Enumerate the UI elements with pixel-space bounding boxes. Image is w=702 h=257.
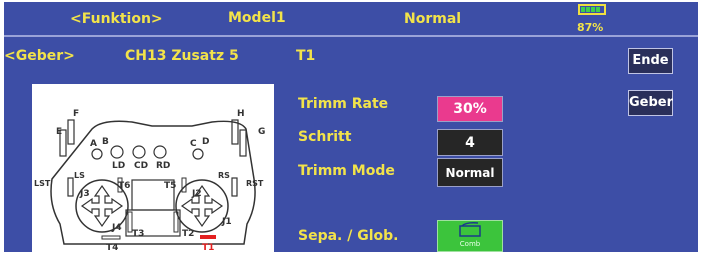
sepa-glob-button[interactable]: Comb — [437, 220, 503, 252]
label-ls: LS — [74, 171, 85, 180]
label-rst: RST — [246, 179, 264, 188]
label-t3: T3 — [132, 229, 144, 239]
label-ld: LD — [112, 161, 125, 171]
schritt-value[interactable]: 4 — [437, 129, 503, 156]
label-t4: T4 — [106, 243, 118, 253]
label-t1: T1 — [202, 243, 214, 253]
comb-label: Comb — [459, 240, 481, 248]
function-title[interactable]: <Funktion> — [70, 11, 163, 27]
label-b: B — [102, 137, 109, 147]
label-c: C — [190, 139, 197, 149]
trimm-mode-value[interactable]: Normal — [437, 158, 503, 187]
label-j4: J4 — [111, 223, 122, 233]
label-t6: T6 — [118, 181, 130, 191]
label-h: H — [237, 109, 245, 119]
sepa-glob-label: Sepa. / Glob. — [298, 228, 399, 244]
transmitter-diagram: E F A B H G C D LD CD RD LST LS RS RST T… — [32, 84, 274, 255]
selected-control: T1 — [296, 48, 316, 64]
t1-trim-highlight — [200, 235, 216, 239]
model-name: Model1 — [228, 10, 286, 26]
geber-button[interactable]: Geber — [628, 90, 673, 116]
label-cd: CD — [134, 161, 148, 171]
battery-percent: 87% — [577, 21, 604, 34]
flight-mode: Normal — [404, 11, 462, 27]
trimm-rate-label: Trimm Rate — [298, 96, 389, 112]
label-e: E — [56, 127, 62, 137]
ende-button[interactable]: Ende — [628, 48, 673, 74]
label-lst: LST — [34, 179, 51, 188]
label-t5: T5 — [164, 181, 176, 191]
label-rs: RS — [218, 171, 230, 180]
label-a: A — [90, 139, 97, 149]
label-j2: J2 — [191, 189, 202, 199]
label-d: D — [202, 137, 209, 147]
trimm-mode-label: Trimm Mode — [298, 163, 395, 179]
battery-icon — [578, 4, 606, 15]
header-bar: <Funktion> Model1 Normal 87% — [4, 2, 698, 37]
label-rd: RD — [156, 161, 170, 171]
label-j1: J1 — [221, 217, 232, 227]
trimm-rate-value[interactable]: 30% — [437, 96, 503, 122]
label-t2: T2 — [182, 229, 194, 239]
transmitter-screen: <Funktion> Model1 Normal 87% <Geber> CH1… — [4, 2, 698, 255]
label-g: G — [258, 127, 265, 137]
schritt-label: Schritt — [298, 129, 352, 145]
comb-icon — [459, 222, 481, 237]
label-f: F — [73, 109, 79, 119]
header-divider — [4, 35, 698, 37]
channel-name: CH13 Zusatz 5 — [125, 48, 239, 64]
label-j3: J3 — [79, 189, 90, 199]
geber-title: <Geber> — [4, 48, 75, 64]
